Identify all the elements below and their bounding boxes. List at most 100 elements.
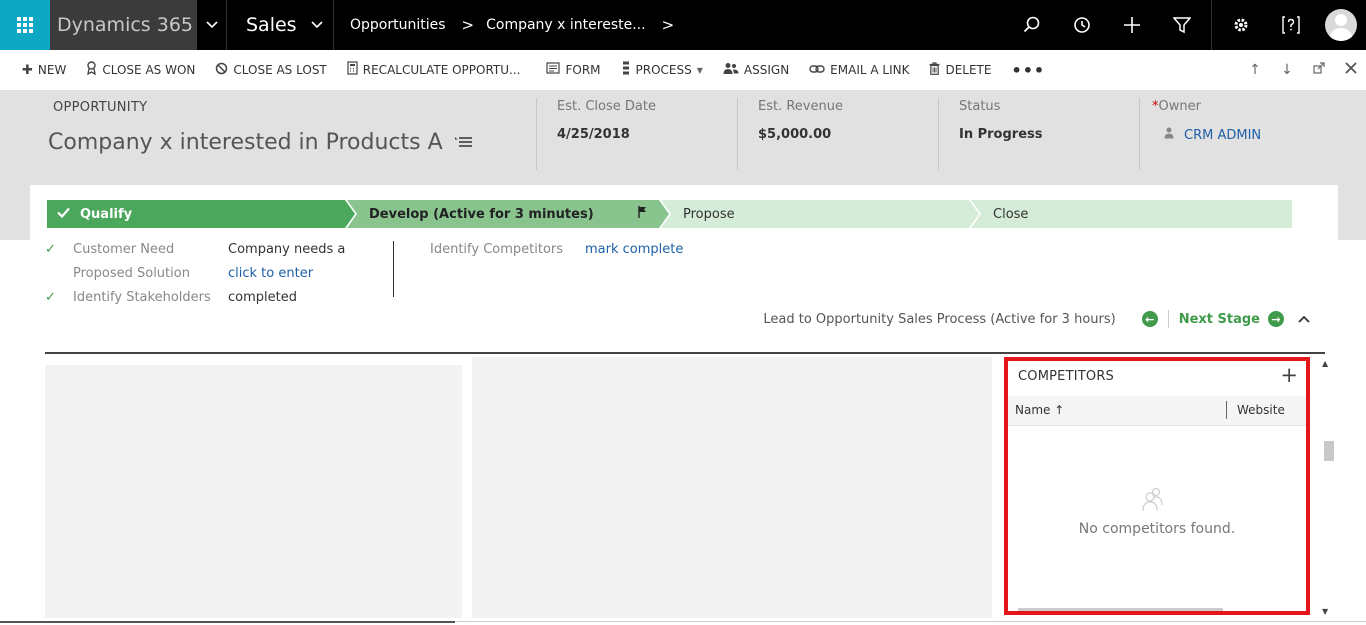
close-icon[interactable]	[1342, 62, 1360, 78]
link-icon	[809, 63, 825, 78]
step-value[interactable]: completed	[228, 290, 297, 305]
stage-close[interactable]: Close	[971, 200, 1292, 228]
close-date-label: Est. Close Date	[557, 99, 656, 114]
waffle-icon	[17, 17, 33, 33]
help-icon[interactable]	[1266, 0, 1316, 50]
owner-value[interactable]: CRM ADMIN	[1152, 127, 1339, 143]
app-name: Sales	[246, 14, 297, 36]
vertical-scrollbar[interactable]: ▲ ▼	[1320, 356, 1334, 618]
stage-develop[interactable]: Develop (Active for 3 minutes)	[347, 200, 669, 228]
record-title: Company x interested in Products A	[48, 130, 473, 155]
email-link-button[interactable]: EMAIL A LINK	[799, 50, 919, 90]
scroll-thumb[interactable]	[1324, 441, 1334, 461]
step-name: Identify Stakeholders	[73, 289, 211, 305]
more-commands-button[interactable]: •••	[1001, 50, 1055, 90]
divider-line	[45, 352, 1325, 354]
delete-button[interactable]: DELETE	[919, 50, 1001, 90]
history-icon[interactable]	[1057, 0, 1107, 50]
stage-steps: ✓ Customer Need Company needs a Proposed…	[45, 237, 345, 309]
divider	[1167, 310, 1169, 328]
status-label: Status	[959, 99, 1001, 114]
arrow-down-icon[interactable]: ↓	[1278, 62, 1296, 78]
close-as-lost-button[interactable]: CLOSE AS LOST	[205, 50, 336, 90]
process-bar: Lead to Opportunity Sales Process (Activ…	[763, 310, 1310, 328]
stage-propose[interactable]: Propose	[661, 200, 979, 228]
process-button[interactable]: PROCESS ▼	[611, 50, 713, 90]
column-name[interactable]: Name ↑	[1015, 403, 1064, 417]
stage-label: Propose	[683, 206, 735, 222]
brand-title[interactable]: Dynamics 365	[50, 0, 197, 50]
new-button[interactable]: ✚ NEW	[0, 50, 76, 90]
avatar	[1325, 9, 1357, 41]
user-avatar[interactable]	[1316, 0, 1366, 50]
status-value: In Progress	[959, 127, 1043, 142]
step-name: Identify Competitors	[430, 241, 564, 257]
step-value[interactable]: mark complete	[585, 242, 683, 257]
search-icon[interactable]	[1007, 0, 1057, 50]
revenue-label: Est. Revenue	[758, 99, 843, 114]
step-identify-competitors: Identify Competitors mark complete	[430, 237, 683, 261]
competitors-column-header: Name ↑ Website	[1008, 396, 1306, 426]
users-icon	[723, 62, 739, 79]
column-website[interactable]: Website	[1237, 403, 1285, 417]
filter-icon[interactable]	[1157, 0, 1207, 50]
header-field-status: Status In Progress	[938, 98, 1138, 170]
header-field-owner: *Owner CRM ADMIN	[1139, 98, 1339, 170]
form-selector-icon[interactable]	[454, 132, 473, 153]
popout-icon[interactable]	[1310, 62, 1328, 78]
previous-stage-icon[interactable]: ←	[1141, 311, 1158, 327]
app-launcher-button[interactable]	[0, 0, 50, 50]
breadcrumb-record[interactable]: Company x intereste...	[486, 0, 645, 50]
form-button[interactable]: FORM	[536, 50, 610, 90]
bottom-border	[0, 621, 455, 623]
scroll-up-icon[interactable]: ▲	[1322, 359, 1328, 368]
prohibited-icon	[215, 62, 228, 79]
bottom-border	[455, 621, 1366, 622]
assign-label: ASSIGN	[743, 63, 790, 77]
scroll-down-icon[interactable]: ▼	[1322, 607, 1328, 616]
step-customer-need: ✓ Customer Need Company needs a	[45, 237, 345, 261]
competitors-title: COMPETITORS	[1018, 369, 1115, 384]
entity-type-label: OPPORTUNITY	[53, 100, 148, 115]
ribbon-icon	[86, 61, 97, 79]
step-proposed-solution: Proposed Solution click to enter	[45, 261, 345, 285]
collapse-icon[interactable]	[1298, 312, 1310, 327]
assign-button[interactable]: ASSIGN	[713, 50, 799, 90]
step-identify-stakeholders: ✓ Identify Stakeholders completed	[45, 285, 345, 309]
delete-label: DELETE	[945, 63, 992, 77]
form-icon	[546, 62, 561, 78]
next-stage-button[interactable]: Next Stage →	[1179, 311, 1284, 327]
step-value[interactable]: Company needs a	[228, 242, 345, 257]
check-icon: ✓	[45, 289, 56, 305]
recalculate-button[interactable]: RECALCULATE OPPORTU...	[337, 50, 531, 90]
plus-icon[interactable]	[1107, 0, 1157, 50]
process-icon	[621, 61, 631, 79]
main-card: Qualify Develop (Active for 3 minutes) P…	[30, 185, 1338, 618]
recalculate-label: RECALCULATE OPPORTU...	[362, 63, 521, 77]
app-switcher[interactable]: Sales	[227, 0, 334, 50]
record-name: Company x interested in Products A	[48, 130, 443, 155]
stage-label: Qualify	[80, 206, 133, 222]
flag-icon	[638, 206, 647, 221]
header-field-revenue: Est. Revenue $5,000.00	[737, 98, 937, 170]
close-as-won-button[interactable]: CLOSE AS WON	[76, 50, 205, 90]
user-icon	[1164, 127, 1174, 143]
chevron-down-icon[interactable]	[197, 0, 227, 50]
stage-qualify[interactable]: Qualify	[47, 200, 355, 228]
close-date-value: 4/25/2018	[557, 127, 630, 142]
caret-down-icon: ▼	[696, 65, 703, 75]
owner-name: CRM ADMIN	[1184, 127, 1262, 143]
calculator-icon	[347, 61, 358, 79]
gear-icon[interactable]	[1216, 0, 1266, 50]
breadcrumb-chevron-icon[interactable]: >	[646, 0, 687, 50]
nav-divider	[1211, 0, 1212, 50]
header-field-close-date: Est. Close Date 4/25/2018	[536, 98, 736, 170]
sort-up-icon: ↑	[1054, 403, 1065, 417]
arrow-up-icon[interactable]: ↑	[1246, 62, 1264, 78]
steps-divider	[393, 241, 394, 297]
step-value[interactable]: click to enter	[228, 266, 313, 281]
breadcrumb-opportunities[interactable]: Opportunities	[334, 0, 446, 50]
horizontal-scrollbar[interactable]	[1018, 608, 1223, 611]
add-competitor-button[interactable]: +	[1280, 363, 1298, 387]
column-separator[interactable]	[1226, 401, 1227, 419]
